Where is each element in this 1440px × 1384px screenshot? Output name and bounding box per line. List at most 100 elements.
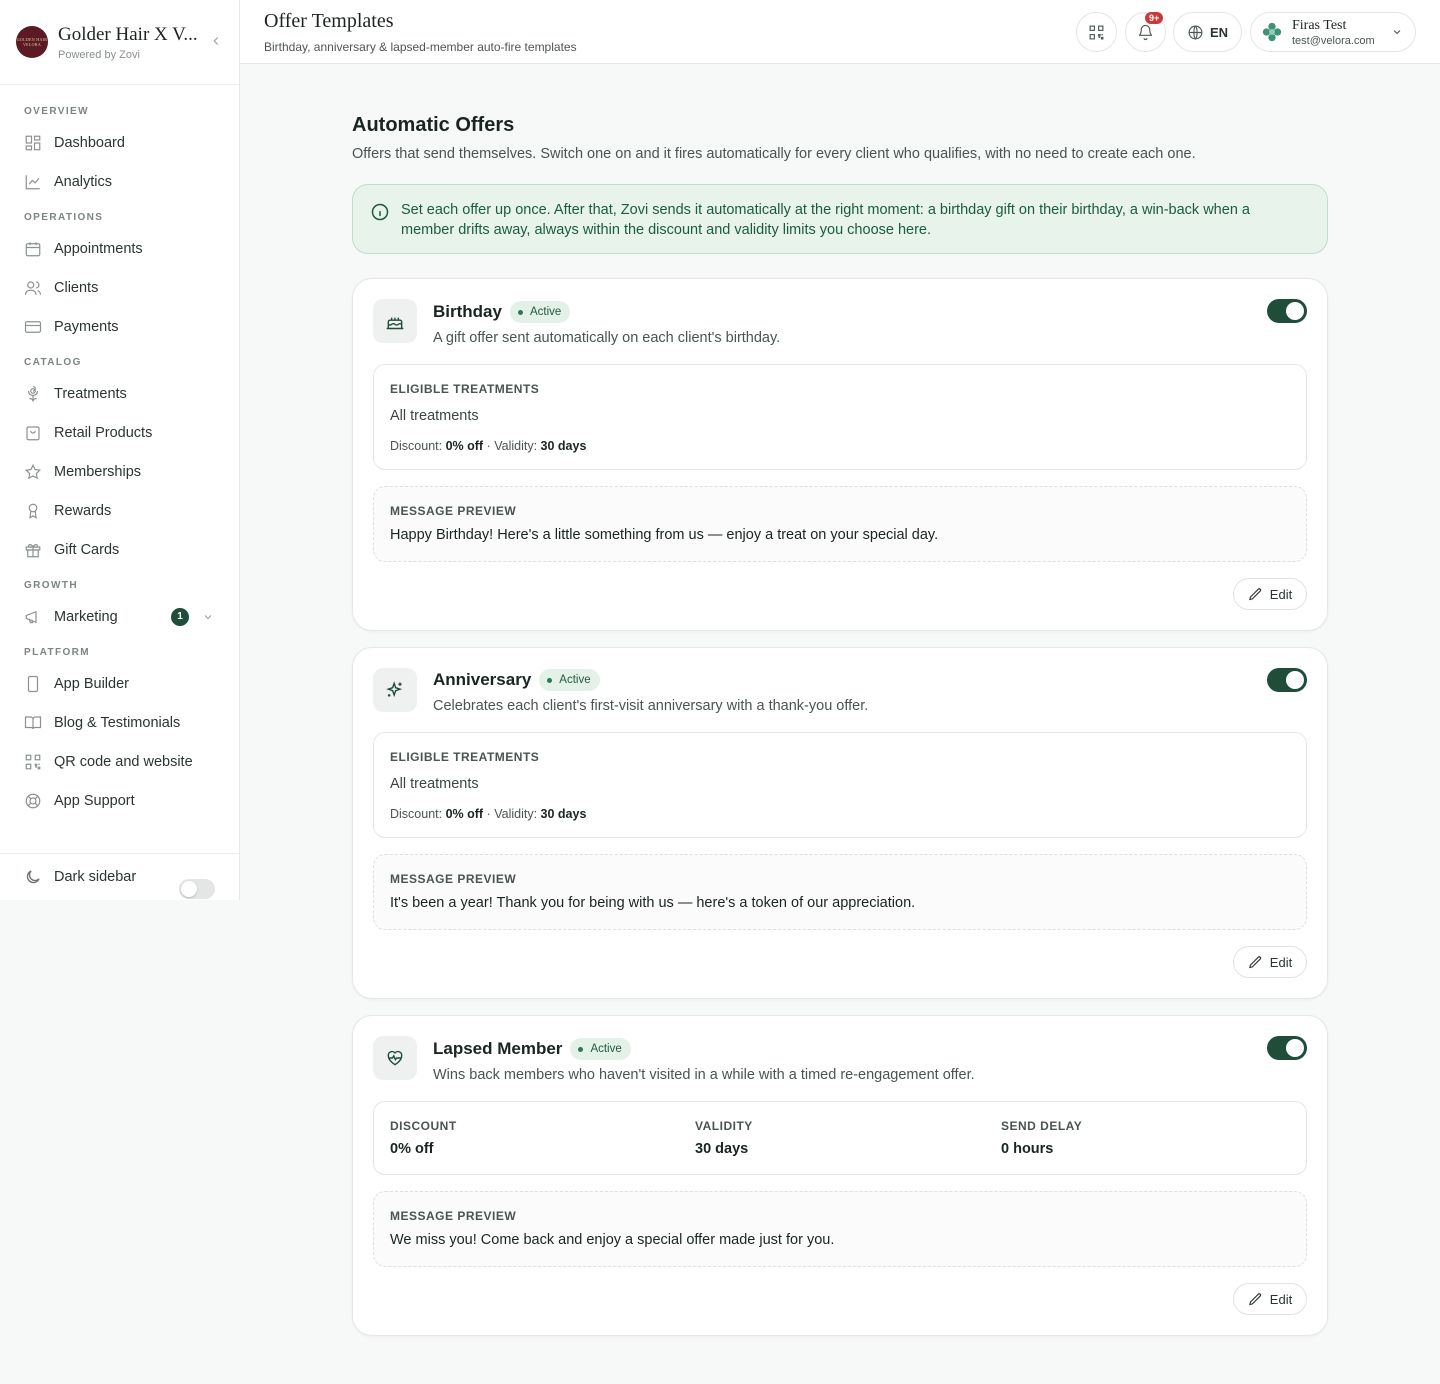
- birthday-enable-toggle[interactable]: [1267, 299, 1307, 323]
- sidebar-item-label: Marketing: [54, 608, 118, 625]
- nav-section-operations: OPERATIONS: [24, 211, 104, 223]
- sidebar-item-label: Blog & Testimonials: [54, 714, 181, 731]
- validity-prefix: · Validity:: [486, 807, 538, 821]
- sidebar-item-memberships[interactable]: Memberships: [0, 452, 239, 491]
- eligible-value: All treatments: [390, 776, 479, 792]
- notifications-button[interactable]: 9+: [1125, 11, 1166, 52]
- sidebar-item-blog-testimonials[interactable]: Blog & Testimonials: [0, 703, 239, 742]
- offer-card-anniversary: Anniversary Active Celebrates each clien…: [352, 647, 1328, 999]
- sidebar-item-treatments[interactable]: Treatments: [0, 374, 239, 413]
- qr-code-icon: [1089, 25, 1104, 39]
- discount-prefix: Discount:: [390, 439, 443, 453]
- section-heading: Automatic Offers: [352, 114, 515, 136]
- pencil-icon: [1248, 955, 1261, 968]
- brand-header: GOLDEN HAIR VELORA Golder Hair X V... Po…: [0, 0, 239, 85]
- card-description: Celebrates each client's first-visit ann…: [433, 698, 869, 714]
- eligible-value: All treatments: [390, 408, 479, 424]
- discount-label: DISCOUNT: [390, 1119, 457, 1133]
- discount-value: 0% off: [445, 807, 484, 821]
- edit-birthday-button[interactable]: Edit: [1233, 578, 1307, 610]
- cake-icon: [386, 315, 404, 330]
- sidebar-item-dashboard[interactable]: Dashboard: [0, 123, 239, 162]
- info-banner: Set each offer up once. After that, Zovi…: [352, 184, 1328, 254]
- marketing-count-badge: 1: [171, 607, 189, 626]
- sidebar-item-clients[interactable]: Clients: [0, 268, 239, 307]
- shopping-bag-icon: [26, 425, 40, 440]
- message-preview-label: MESSAGE PREVIEW: [390, 1209, 517, 1223]
- sidebar-item-qr-code-website[interactable]: QR code and website: [0, 742, 239, 781]
- sidebar-item-retail-products[interactable]: Retail Products: [0, 413, 239, 452]
- language-label: EN: [1209, 24, 1229, 40]
- discount-prefix: Discount:: [390, 807, 443, 821]
- send-delay-value: 0 hours: [1001, 1141, 1054, 1157]
- brand-logo[interactable]: GOLDEN HAIR VELORA: [16, 26, 48, 58]
- user-menu[interactable]: Firas Test test@velora.com: [1250, 12, 1416, 52]
- calendar-icon: [25, 241, 41, 256]
- message-preview-text: We miss you! Come back and enjoy a speci…: [390, 1232, 835, 1248]
- language-button[interactable]: EN: [1173, 12, 1242, 52]
- sidebar-item-label: Payments: [54, 318, 119, 335]
- chevron-down-icon[interactable]: [202, 611, 214, 623]
- validity-value: 30 days: [695, 1141, 749, 1157]
- grid-icon: [25, 135, 41, 150]
- sidebar-item-label: Gift Cards: [54, 541, 120, 558]
- sparkles-icon: [386, 681, 403, 698]
- message-preview-label: MESSAGE PREVIEW: [390, 504, 517, 518]
- message-preview-panel: MESSAGE PREVIEW Happy Birthday! Here's a…: [373, 486, 1307, 562]
- card-title-row: Birthday Active: [433, 301, 571, 323]
- sidebar-item-app-support[interactable]: App Support: [0, 781, 239, 820]
- pencil-icon: [1248, 1292, 1261, 1305]
- sidebar-item-rewards[interactable]: Rewards: [0, 491, 239, 530]
- card-description: Wins back members who haven't visited in…: [433, 1067, 975, 1083]
- sidebar-item-payments[interactable]: Payments: [0, 307, 239, 346]
- sidebar-item-analytics[interactable]: Analytics: [0, 162, 239, 201]
- edit-lapsed-member-button[interactable]: Edit: [1233, 1283, 1307, 1315]
- discount-validity-line: Discount: 0% off · Validity: 30 days: [390, 439, 586, 453]
- sidebar-nav: OVERVIEW Dashboard Analytics OPERATIONS …: [0, 85, 239, 820]
- notification-count-badge: 9+: [1144, 11, 1165, 25]
- sidebar-item-label: App Builder: [54, 675, 129, 692]
- message-preview-panel: MESSAGE PREVIEW It's been a year! Thank …: [373, 854, 1307, 930]
- user-email: test@velora.com: [1292, 34, 1375, 47]
- eligible-treatments-panel: ELIGIBLE TREATMENTS All treatments Disco…: [373, 732, 1307, 838]
- dark-sidebar-toggle[interactable]: [179, 879, 215, 899]
- sidebar-item-label: QR code and website: [54, 753, 193, 770]
- lapsed-member-enable-toggle[interactable]: [1267, 1036, 1307, 1060]
- sidebar-item-gift-cards[interactable]: Gift Cards: [0, 530, 239, 569]
- collapse-sidebar-button[interactable]: [209, 34, 223, 51]
- sidebar-item-appointments[interactable]: Appointments: [0, 229, 239, 268]
- card-title-row: Lapsed Member Active: [433, 1038, 631, 1060]
- sidebar-item-label: Analytics: [54, 173, 113, 190]
- card-title: Birthday: [433, 302, 502, 321]
- dark-sidebar-label: Dark sidebar: [54, 869, 137, 885]
- message-preview-text: It's been a year! Thank you for being wi…: [390, 895, 916, 911]
- discount-value: 0% off: [390, 1141, 434, 1157]
- brand-subtitle: Powered by Zovi: [58, 48, 140, 61]
- bell-icon: [1138, 24, 1153, 40]
- star-icon: [24, 463, 42, 479]
- anniversary-enable-toggle[interactable]: [1267, 668, 1307, 692]
- sidebar: GOLDEN HAIR VELORA Golder Hair X V... Po…: [0, 0, 240, 900]
- info-icon: [371, 203, 389, 221]
- gift-icon: [25, 543, 41, 557]
- sidebar-item-label: Appointments: [54, 240, 143, 257]
- sidebar-item-label: Rewards: [54, 502, 112, 519]
- brand-name: Golder Hair X V...: [58, 23, 198, 45]
- discount-validity-line: Discount: 0% off · Validity: 30 days: [390, 807, 586, 821]
- validity-value: 30 days: [540, 807, 587, 821]
- sidebar-item-marketing[interactable]: Marketing 1: [0, 597, 239, 636]
- nav-section-overview: OVERVIEW: [24, 105, 89, 117]
- users-icon: [24, 280, 42, 295]
- validity-label: VALIDITY: [695, 1119, 753, 1133]
- edit-label: Edit: [1269, 954, 1293, 970]
- page-title: Offer Templates: [264, 10, 394, 32]
- message-preview-label: MESSAGE PREVIEW: [390, 872, 517, 886]
- sidebar-item-label: App Support: [54, 792, 135, 809]
- qr-code-icon: [25, 754, 41, 769]
- sidebar-item-app-builder[interactable]: App Builder: [0, 664, 239, 703]
- qr-button[interactable]: [1076, 12, 1117, 52]
- sidebar-item-label: Retail Products: [54, 424, 153, 441]
- page-subtitle: Birthday, anniversary & lapsed-member au…: [264, 40, 577, 54]
- user-name: Firas Test: [1292, 17, 1347, 33]
- edit-anniversary-button[interactable]: Edit: [1233, 946, 1307, 978]
